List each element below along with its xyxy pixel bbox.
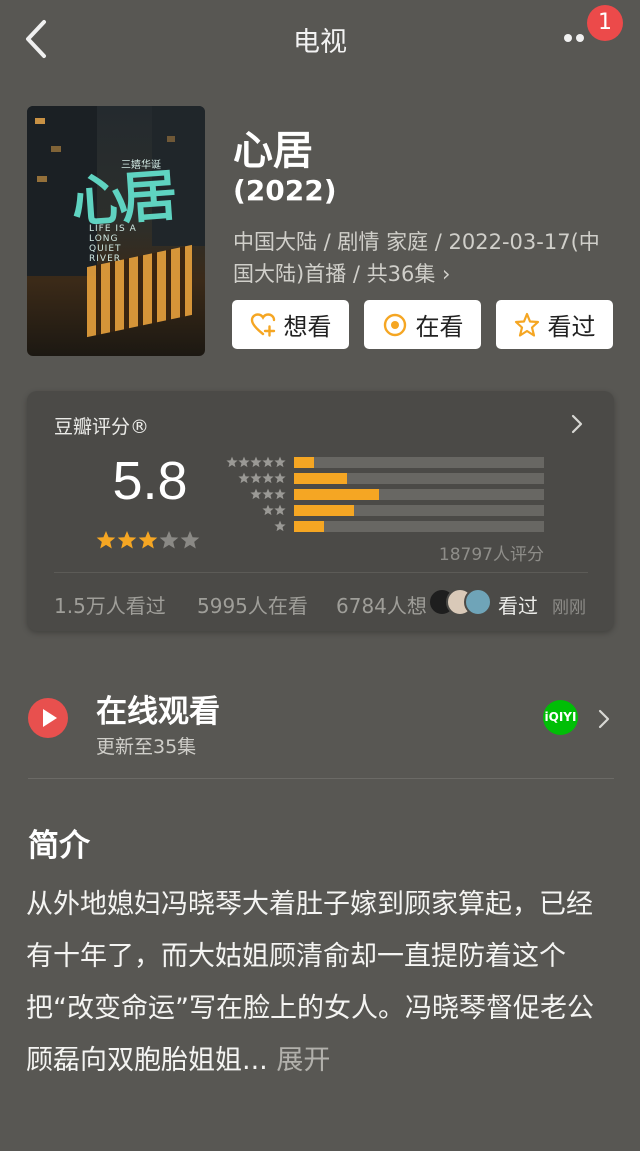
- star-small-icon: [250, 472, 262, 484]
- star-filled-icon: [96, 531, 116, 549]
- star-empty-icon: [180, 531, 200, 549]
- histogram-bar: [294, 472, 347, 484]
- watched-count: 1.5万人看过: [54, 594, 166, 618]
- poster-window: [35, 118, 45, 124]
- watched-label: 看过: [547, 313, 596, 341]
- star-small-icon: [226, 456, 238, 468]
- heart-plus-icon: [250, 312, 275, 337]
- synopsis-text: 从外地媳妇冯晓琴大着肚子嫁到顾家算起，已经有十年了，而大姑姐顾清俞却一直提防着这…: [26, 879, 616, 1087]
- page-title: 电视: [293, 27, 347, 58]
- star-small-icon: [274, 520, 286, 532]
- histogram-track: [294, 488, 544, 500]
- star-small-icon: [262, 488, 274, 500]
- star-small-icon: [262, 456, 274, 468]
- histogram-star-label: [224, 504, 286, 516]
- histogram-track: [294, 472, 544, 484]
- want-to-watch-label: 想看: [283, 313, 332, 341]
- watch-online-title[interactable]: 在线观看: [96, 686, 220, 731]
- rating-count: 18797人评分: [438, 545, 544, 565]
- histogram-bar: [294, 488, 379, 500]
- expand-link[interactable]: 展开: [268, 1045, 330, 1076]
- star-filled-icon: [138, 531, 158, 549]
- star-small-icon: [262, 504, 274, 516]
- star-outline-icon: [514, 312, 539, 337]
- poster-english-title: LIFE IS A LONG QUIET RIVER: [89, 224, 137, 264]
- histogram-track: [294, 520, 544, 532]
- target-circle-icon: [383, 313, 406, 336]
- friend-watched-time: 刚刚: [552, 598, 586, 618]
- star-small-icon: [238, 472, 250, 484]
- histogram-track: [294, 456, 544, 468]
- histogram-row-5-star: [224, 456, 544, 468]
- poster-window: [37, 176, 47, 182]
- histogram-star-label: [224, 488, 286, 500]
- histogram-star-label: [224, 472, 286, 484]
- show-year: (2022): [233, 174, 337, 207]
- histogram-bar: [294, 504, 354, 516]
- star-small-icon: [274, 488, 286, 500]
- play-icon[interactable]: [28, 698, 68, 738]
- histogram-star-label: [224, 456, 286, 468]
- chevron-right-icon[interactable]: [597, 708, 611, 730]
- friend-avatars[interactable]: [428, 588, 492, 616]
- watching-count: 5995人在看: [197, 594, 308, 618]
- histogram-row-3-star: [224, 488, 544, 500]
- star-small-icon: [250, 456, 262, 468]
- poster-window: [51, 146, 61, 152]
- star-empty-icon: [159, 531, 179, 549]
- card-divider: [54, 572, 588, 573]
- star-small-icon: [250, 488, 262, 500]
- star-small-icon: [238, 456, 250, 468]
- chevron-right-icon[interactable]: [567, 413, 587, 435]
- iqiyi-logo-icon[interactable]: iQIYI: [543, 700, 578, 735]
- notification-badge[interactable]: 1: [587, 5, 623, 41]
- show-title: 心居: [233, 128, 313, 174]
- star-filled-icon: [117, 531, 137, 549]
- score-stars: [96, 530, 200, 550]
- histogram-row-1-star: [224, 520, 544, 532]
- want-to-watch-button[interactable]: 想看: [232, 300, 349, 349]
- rating-score: 5.8: [112, 451, 188, 511]
- friend-watched-label: 看过: [498, 594, 538, 618]
- watching-label: 在看: [415, 313, 464, 341]
- watched-button[interactable]: 看过: [496, 300, 613, 349]
- douban-rating-label: 豆瓣评分®: [54, 416, 150, 438]
- histogram-star-label: [224, 520, 286, 532]
- histogram-row-4-star: [224, 472, 544, 484]
- show-poster[interactable]: 三嬉华诞 心居 LIFE IS A LONG QUIET RIVER: [27, 106, 205, 356]
- histogram-bar: [294, 456, 314, 468]
- section-divider: [28, 778, 614, 779]
- synopsis-title: 简介: [28, 828, 90, 864]
- avatar: [464, 588, 492, 616]
- star-small-icon: [274, 472, 286, 484]
- histogram-row-2-star: [224, 504, 544, 516]
- histogram-bar: [294, 520, 324, 532]
- histogram-track: [294, 504, 544, 516]
- watch-online-subtitle: 更新至35集: [96, 736, 197, 758]
- poster-window: [167, 136, 175, 142]
- star-small-icon: [274, 504, 286, 516]
- watching-button[interactable]: 在看: [364, 300, 481, 349]
- show-meta[interactable]: 中国大陆 / 剧情 家庭 / 2022-03-17(中国大陆)首播 / 共36集…: [233, 226, 613, 290]
- star-small-icon: [262, 472, 274, 484]
- star-small-icon: [274, 456, 286, 468]
- want-count: 6784人想: [336, 594, 427, 618]
